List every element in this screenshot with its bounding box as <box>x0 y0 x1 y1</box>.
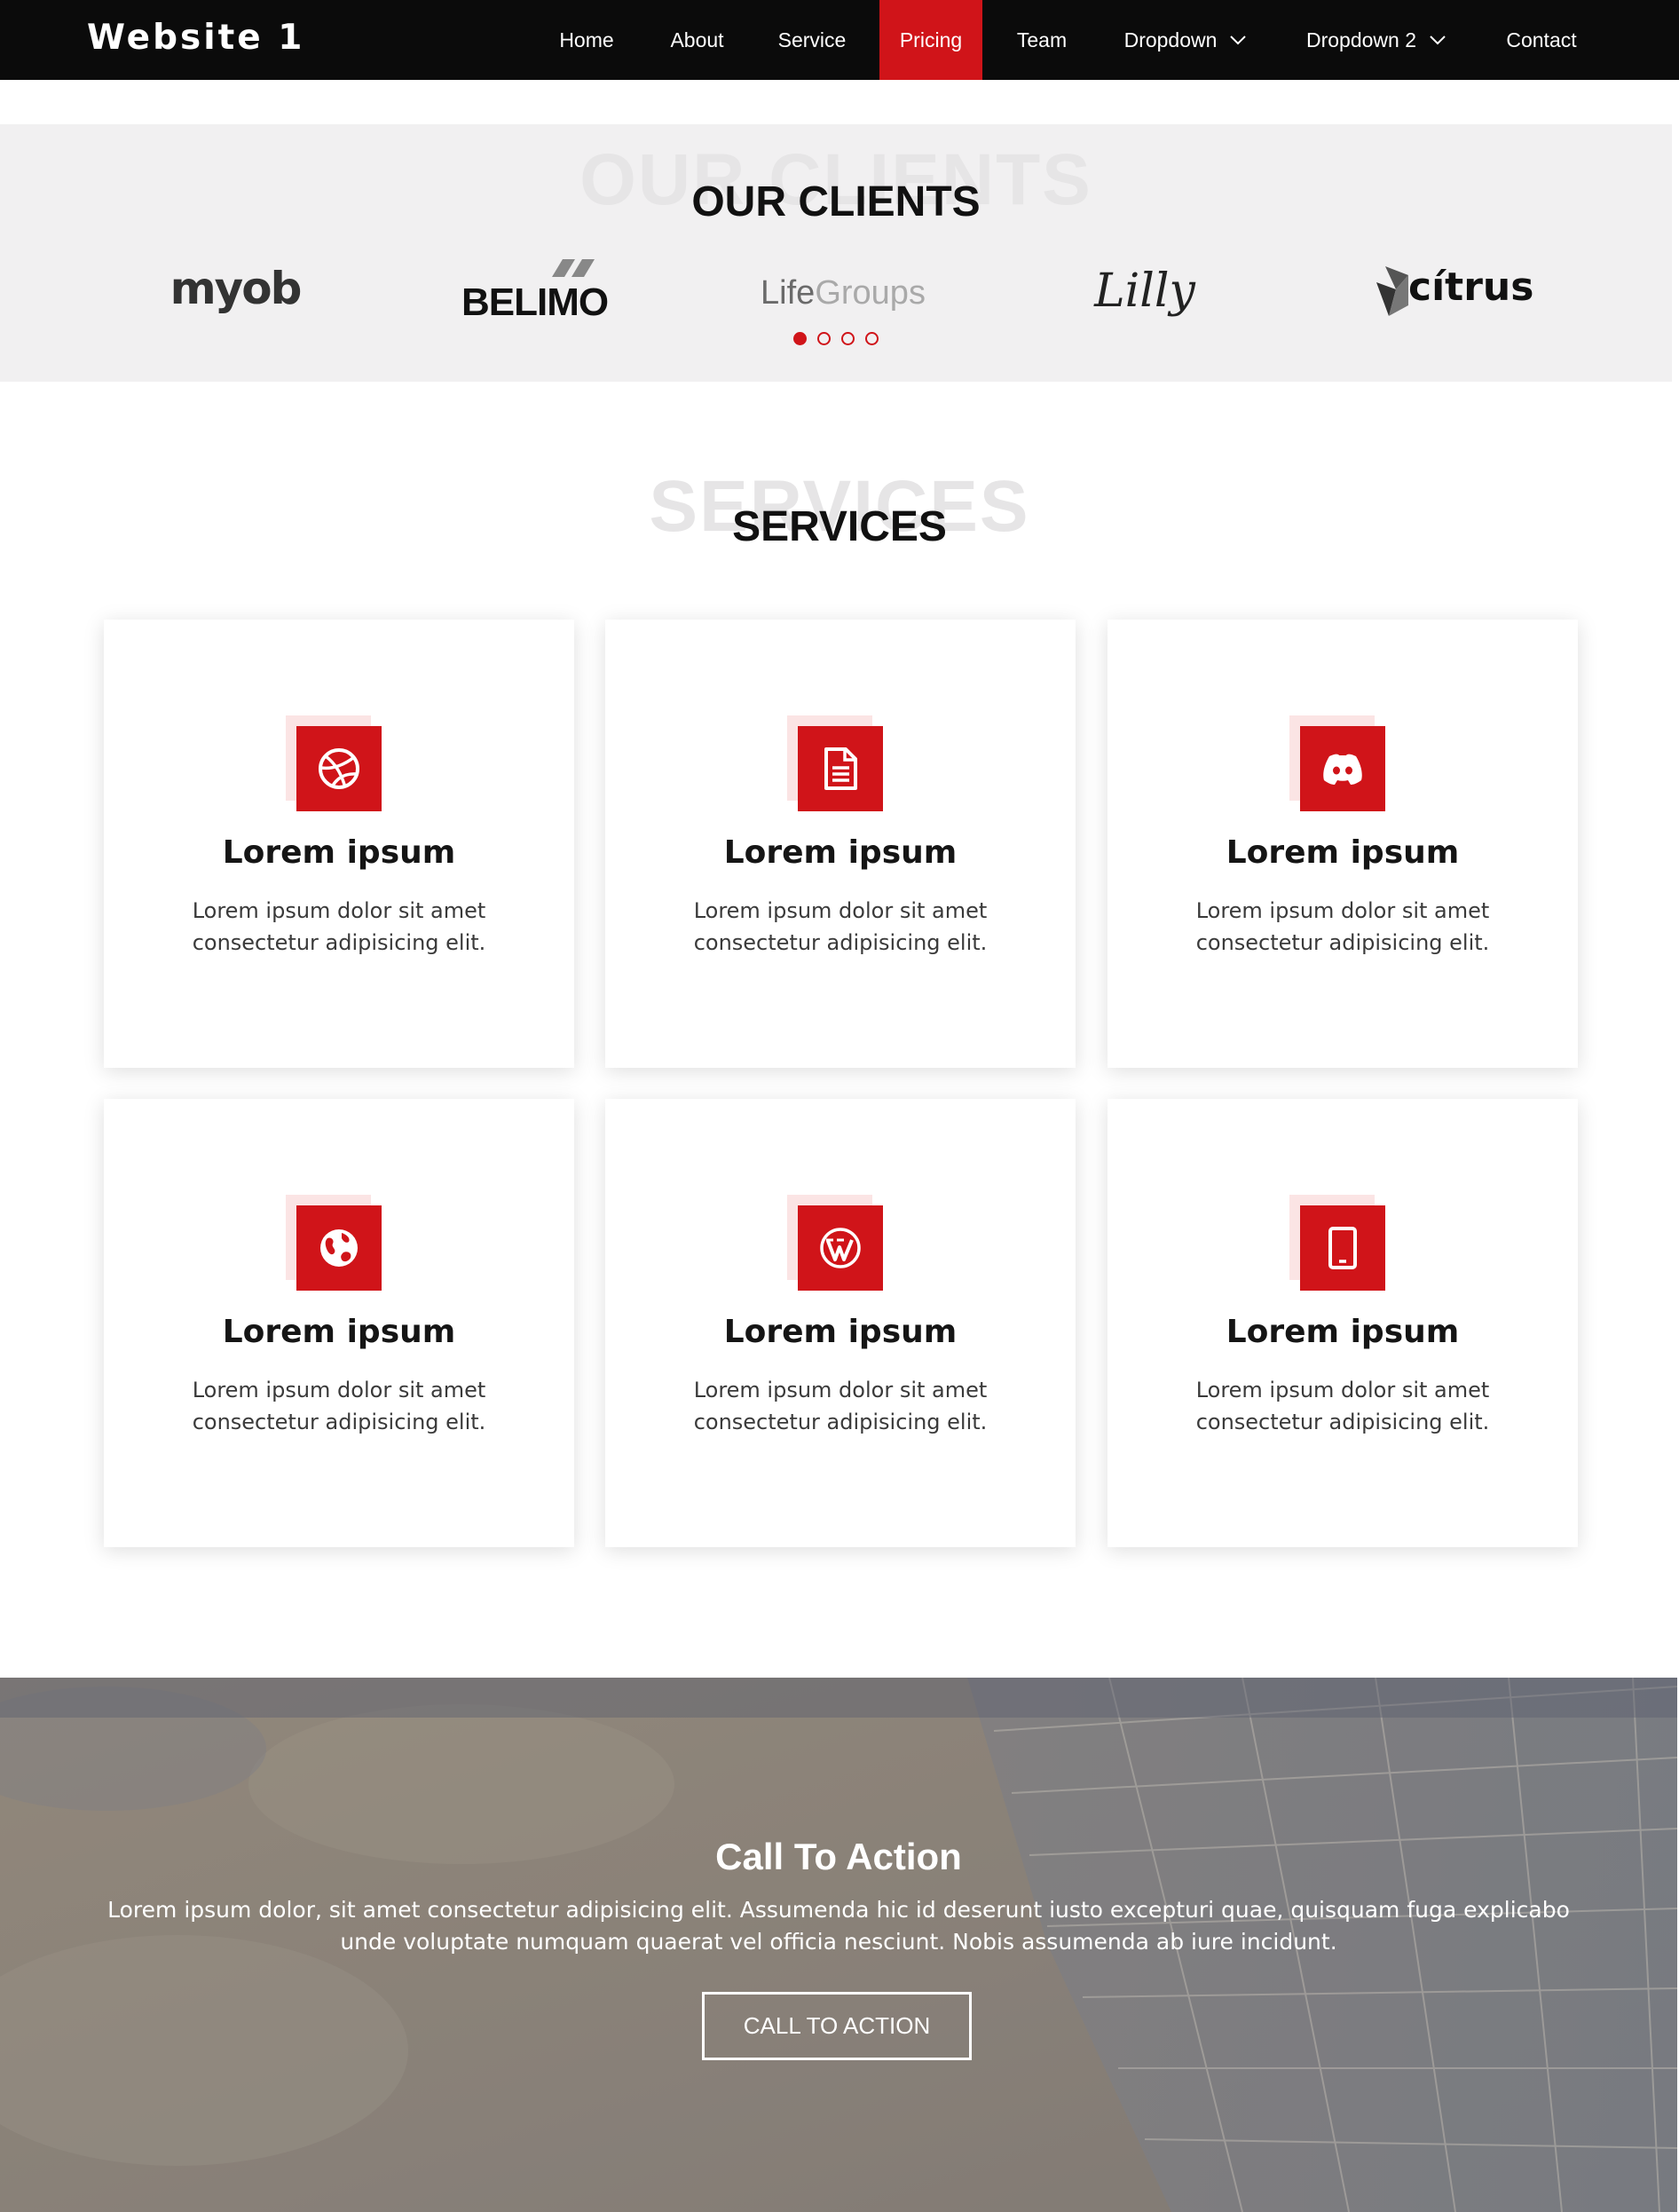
service-icon-wrap <box>787 1195 885 1292</box>
clients-title: OUR CLIENTS <box>691 178 981 225</box>
nav-item-about[interactable]: About <box>650 0 744 80</box>
service-card[interactable]: Lorem ipsum Lorem ipsum dolor sit amet c… <box>104 1099 574 1547</box>
service-title: Lorem ipsum <box>222 834 456 871</box>
nav-item-dropdown-2[interactable]: Dropdown 2 <box>1289 0 1463 80</box>
client-logo-lifegroups: Life Groups <box>759 266 927 320</box>
services-title: SERVICES <box>732 503 947 550</box>
service-title: Lorem ipsum <box>1226 834 1460 871</box>
nav-label: About <box>670 28 724 51</box>
carousel-dot-2[interactable] <box>817 332 831 345</box>
citrus-mark-icon <box>1376 266 1408 316</box>
service-card[interactable]: Lorem ipsum Lorem ipsum dolor sit amet c… <box>1108 1099 1578 1547</box>
nav-item-service[interactable]: Service <box>761 0 863 80</box>
nav-label: Contact <box>1506 28 1577 51</box>
service-icon-wrap <box>1289 1195 1387 1292</box>
nav-label: Pricing <box>899 28 963 51</box>
nav-label: Service <box>777 28 847 51</box>
service-card[interactable]: Lorem ipsum Lorem ipsum dolor sit amet c… <box>605 620 1076 1068</box>
client-logo-lilly: Lilly <box>1087 256 1202 327</box>
service-title: Lorem ipsum <box>723 834 958 871</box>
nav-item-team[interactable]: Team <box>1001 0 1083 80</box>
clients-section: OUR CLIENTS OUR CLIENTS myob BELIMO Life… <box>0 124 1672 382</box>
service-description: Lorem ipsum dolor sit amet consectetur a… <box>1195 1378 1490 1434</box>
service-description: Lorem ipsum dolor sit amet consectetur a… <box>192 1378 486 1434</box>
carousel-dot-3[interactable] <box>841 332 855 345</box>
nav-item-home[interactable]: Home <box>539 0 635 80</box>
client-logo-citrus: cítrus <box>1371 256 1534 327</box>
logo-text: cítrus <box>1408 265 1534 310</box>
logo-text-groups: Groups <box>815 273 926 312</box>
nav-item-pricing[interactable]: Pricing <box>879 0 982 80</box>
globe-icon <box>320 1229 358 1267</box>
nav-label: Home <box>559 28 614 51</box>
service-title: Lorem ipsum <box>222 1314 456 1350</box>
logo-text-life: Life <box>761 273 816 312</box>
tablet-icon <box>1328 1227 1357 1269</box>
service-title: Lorem ipsum <box>1226 1314 1460 1350</box>
nav-item-dropdown[interactable]: Dropdown <box>1106 0 1265 80</box>
carousel-dot-4[interactable] <box>865 332 879 345</box>
nav-label: Team <box>1016 28 1068 51</box>
nav-item-contact[interactable]: Contact <box>1491 0 1592 80</box>
belimo-mark-icon <box>552 259 595 277</box>
wordpress-icon <box>820 1228 861 1268</box>
chevron-down-icon <box>1230 36 1247 45</box>
chevron-down-icon <box>1430 36 1446 45</box>
nav-label: Dropdown 2 <box>1305 28 1417 51</box>
logo-text: Lilly <box>1094 265 1195 318</box>
service-description: Lorem ipsum dolor sit amet consectetur a… <box>1195 898 1490 955</box>
service-title: Lorem ipsum <box>723 1314 958 1350</box>
service-icon-wrap <box>1289 715 1387 813</box>
cta-title: Call To Action <box>715 1836 962 1877</box>
discord-icon <box>1323 754 1362 785</box>
cta-section: Call To Action Lorem ipsum dolor, sit am… <box>0 1678 1677 2212</box>
navbar: Website 1 Home About Service Pricing Tea… <box>0 0 1679 80</box>
service-icon-wrap <box>286 715 383 813</box>
main-nav: Home About Service Pricing Team Dropdown… <box>0 0 1679 80</box>
logo-text: BELIMO <box>461 280 609 324</box>
carousel-dot-1[interactable] <box>793 332 807 345</box>
cta-text: Lorem ipsum dolor, sit amet consectetur … <box>107 1897 1570 1955</box>
document-icon <box>824 747 857 790</box>
service-card[interactable]: Lorem ipsum Lorem ipsum dolor sit amet c… <box>1108 620 1578 1068</box>
dribbble-icon <box>319 748 359 789</box>
logo-text: myob <box>169 263 303 314</box>
service-description: Lorem ipsum dolor sit amet consectetur a… <box>693 1378 988 1434</box>
carousel-dots <box>0 332 1672 345</box>
client-logo-myob: myob <box>142 257 328 320</box>
call-to-action-button[interactable]: CALL TO ACTION <box>702 1992 972 2060</box>
service-icon-wrap <box>286 1195 383 1292</box>
service-description: Lorem ipsum dolor sit amet consectetur a… <box>192 898 486 955</box>
service-card[interactable]: Lorem ipsum Lorem ipsum dolor sit amet c… <box>605 1099 1076 1547</box>
service-card[interactable]: Lorem ipsum Lorem ipsum dolor sit amet c… <box>104 620 574 1068</box>
service-icon-wrap <box>787 715 885 813</box>
client-logo-belimo: BELIMO <box>453 257 630 328</box>
service-description: Lorem ipsum dolor sit amet consectetur a… <box>693 898 988 955</box>
nav-label: Dropdown <box>1123 28 1218 51</box>
